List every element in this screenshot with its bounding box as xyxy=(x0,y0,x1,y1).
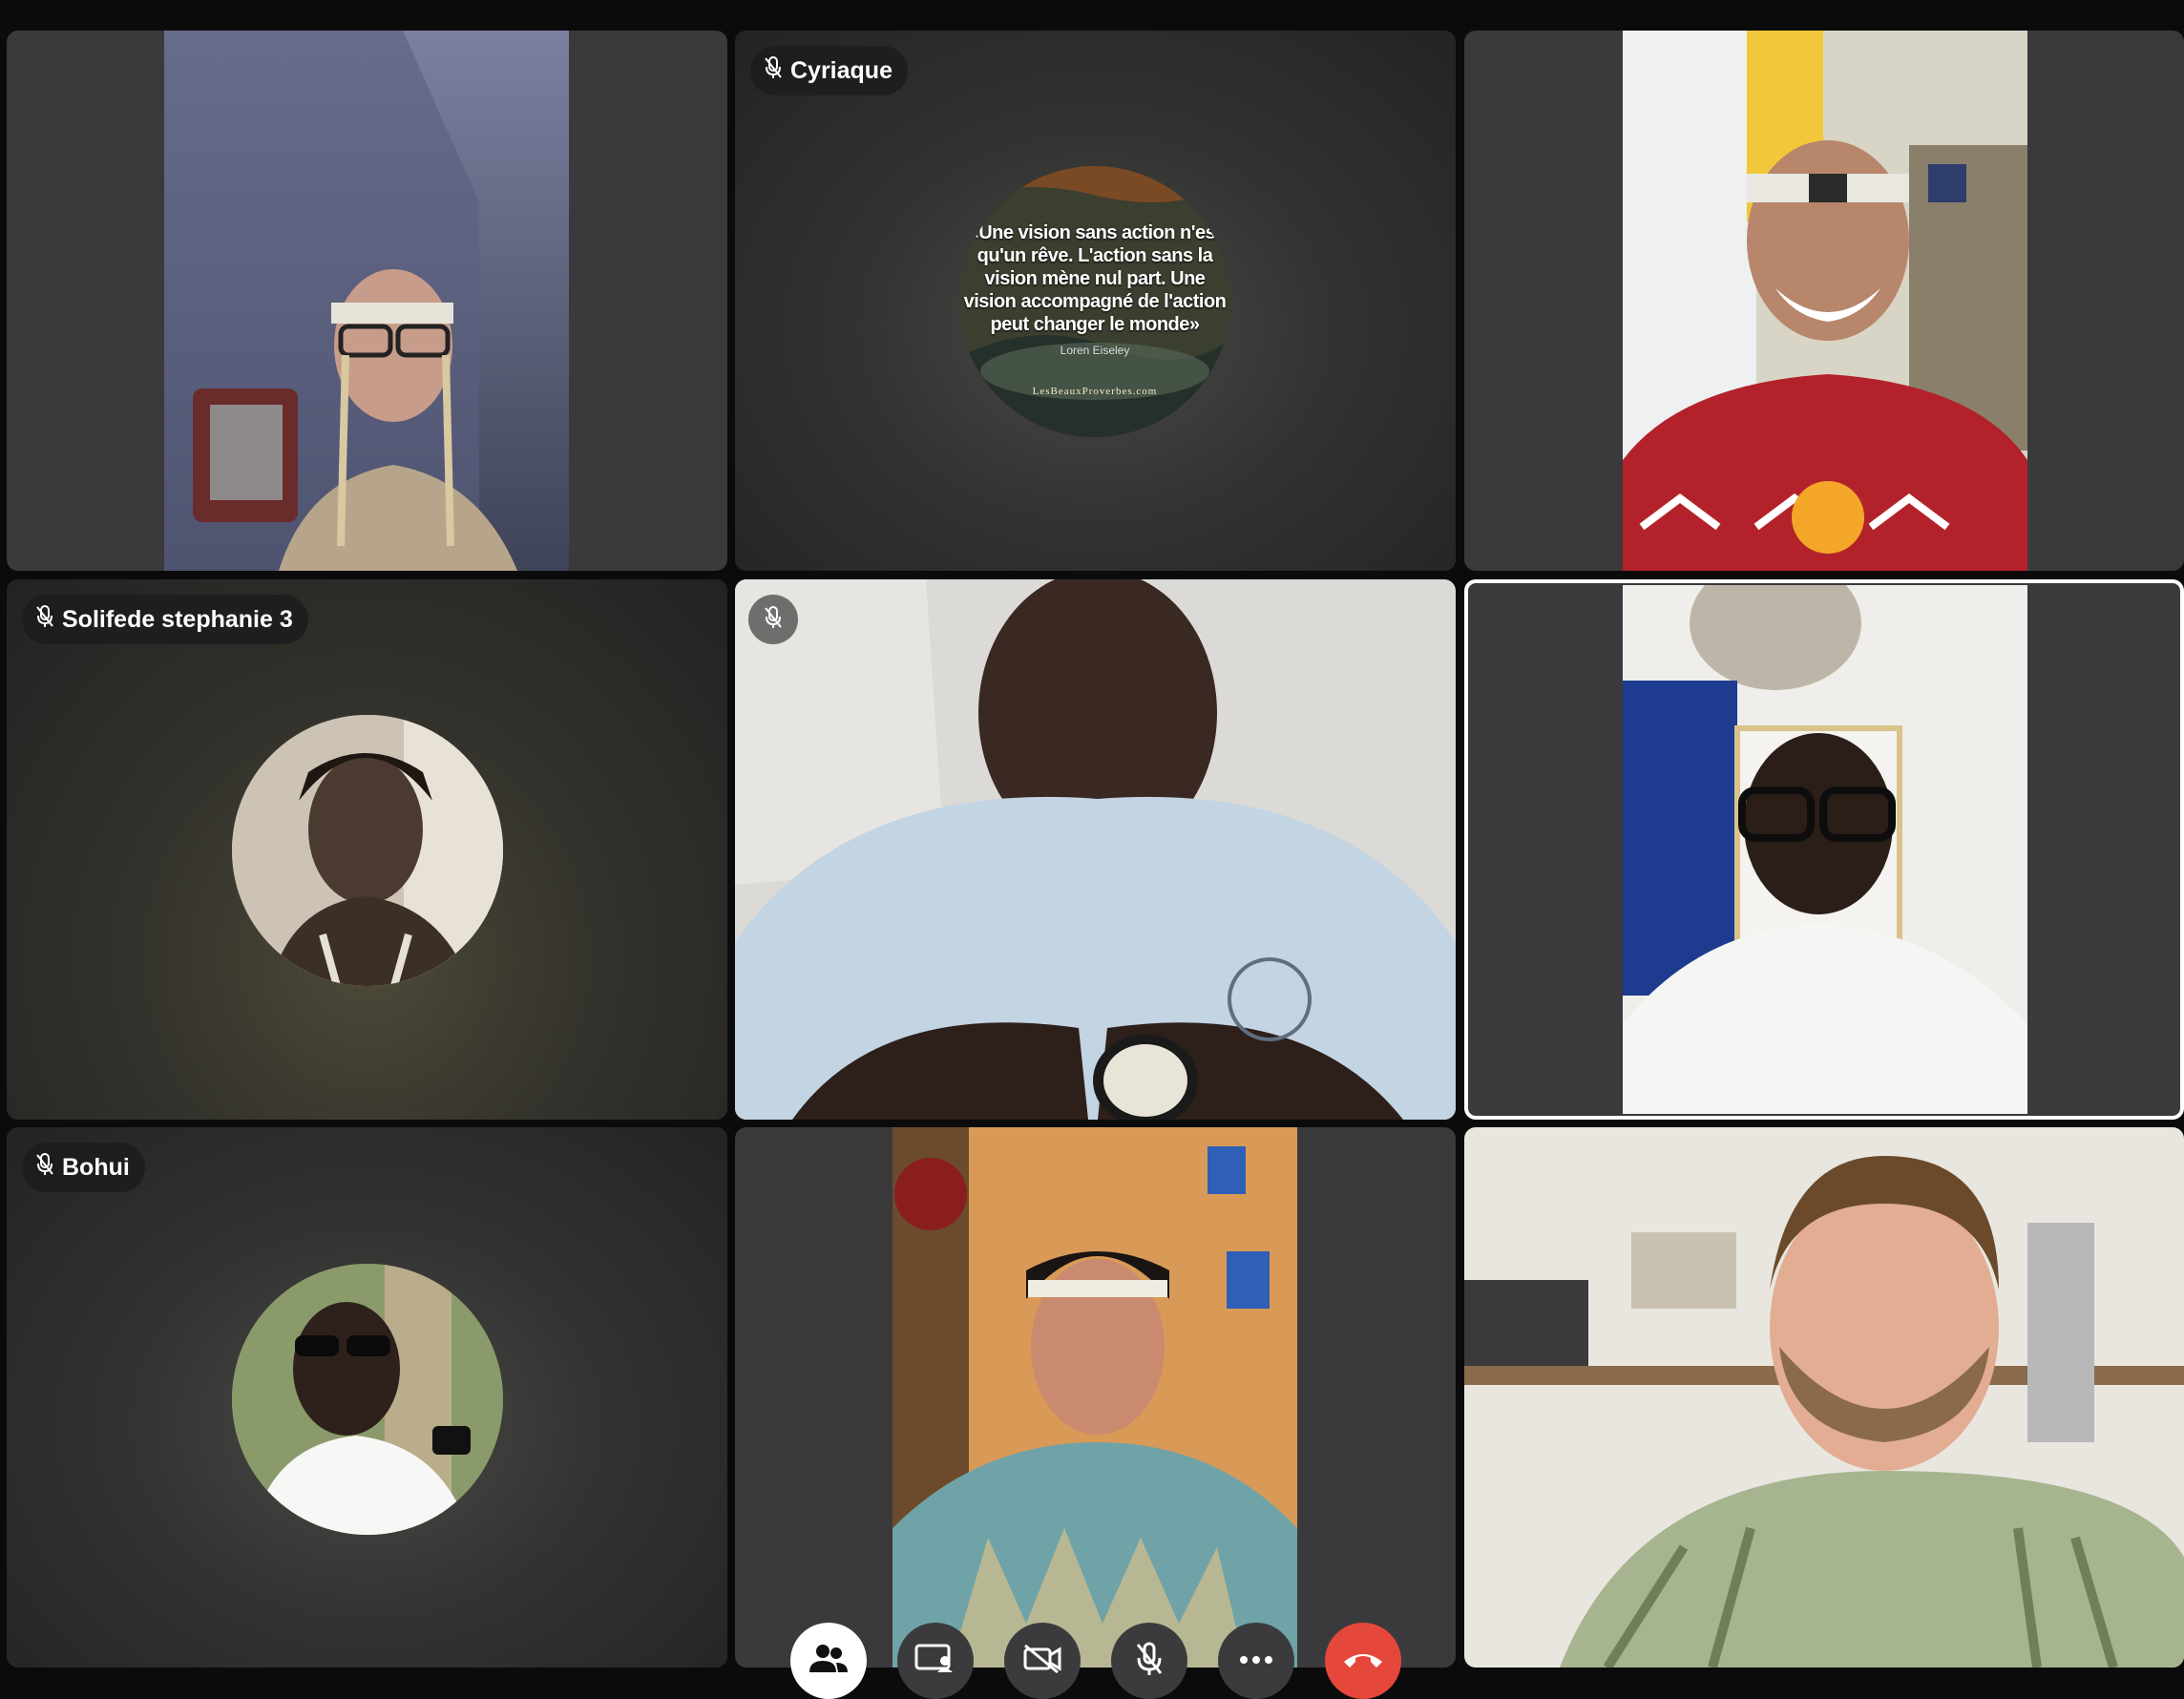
quote-line: «Une vision sans action n'est xyxy=(968,222,1222,243)
participant-name-tag: Bohui xyxy=(22,1143,145,1192)
quote-line: vision accompagné de l'action xyxy=(963,291,1227,312)
mic-off-indicator xyxy=(748,595,798,644)
mic-toggle-button[interactable] xyxy=(1111,1623,1187,1699)
participant-tile-1[interactable] xyxy=(7,31,727,571)
quote-line: vision mène nul part. Une xyxy=(984,268,1206,289)
quote-site: LesBeauxProverbes.com xyxy=(1032,386,1158,397)
mic-off-icon xyxy=(35,1152,54,1184)
participant-name: Cyriaque xyxy=(790,56,892,84)
camera-toggle-button[interactable] xyxy=(1004,1623,1081,1699)
quote-line: qu'un rêve. L'action sans la xyxy=(976,245,1213,266)
mic-off-icon xyxy=(35,604,54,636)
participant-tile-cyriaque[interactable]: «Une vision sans action n'est qu'un rêve… xyxy=(735,31,1456,571)
video-feed xyxy=(735,579,1456,1120)
participant-avatar: «Une vision sans action n'est qu'un rêve… xyxy=(959,166,1230,437)
camera-off-icon xyxy=(1021,1644,1063,1679)
mic-off-icon xyxy=(764,605,783,635)
participant-name-tag: Solifede stephanie 3 xyxy=(22,595,308,644)
video-feed xyxy=(1623,31,2027,571)
participant-name: Solifede stephanie 3 xyxy=(62,605,293,633)
participants-button[interactable] xyxy=(790,1623,867,1699)
participant-tile-bohui[interactable]: Bohui xyxy=(7,1127,727,1668)
participant-tile-6-active-speaker[interactable] xyxy=(1464,579,2184,1120)
video-feed xyxy=(1464,1127,2184,1668)
participants-icon xyxy=(808,1642,850,1681)
participant-tile-9[interactable] xyxy=(1464,1127,2184,1668)
participant-tile-3[interactable] xyxy=(1464,31,2184,571)
more-options-button[interactable] xyxy=(1218,1623,1294,1699)
end-call-icon xyxy=(1342,1648,1384,1674)
screen-share-button[interactable] xyxy=(897,1623,974,1699)
mic-off-icon xyxy=(764,55,783,87)
participant-tile-solifede[interactable]: Solifede stephanie 3 xyxy=(7,579,727,1120)
quote-author: Loren Eiseley xyxy=(1060,344,1130,357)
more-icon xyxy=(1239,1652,1273,1669)
participant-name: Bohui xyxy=(62,1153,130,1181)
participant-avatar xyxy=(232,715,503,986)
participant-avatar xyxy=(232,1264,503,1535)
video-feed xyxy=(164,31,569,571)
end-call-button[interactable] xyxy=(1325,1623,1401,1699)
participant-name-tag: Cyriaque xyxy=(750,46,908,95)
video-feed xyxy=(1623,585,2027,1114)
participant-tile-5[interactable] xyxy=(735,579,1456,1120)
quote-text: «Une vision sans action n'est qu'un rêve… xyxy=(959,221,1230,336)
mic-off-icon xyxy=(1135,1641,1164,1682)
video-feed xyxy=(892,1127,1297,1668)
screen-share-icon xyxy=(914,1644,956,1679)
quote-line: peut changer le monde» xyxy=(990,314,1200,335)
participant-tile-8[interactable] xyxy=(735,1127,1456,1668)
call-toolbar xyxy=(783,1623,1413,1699)
